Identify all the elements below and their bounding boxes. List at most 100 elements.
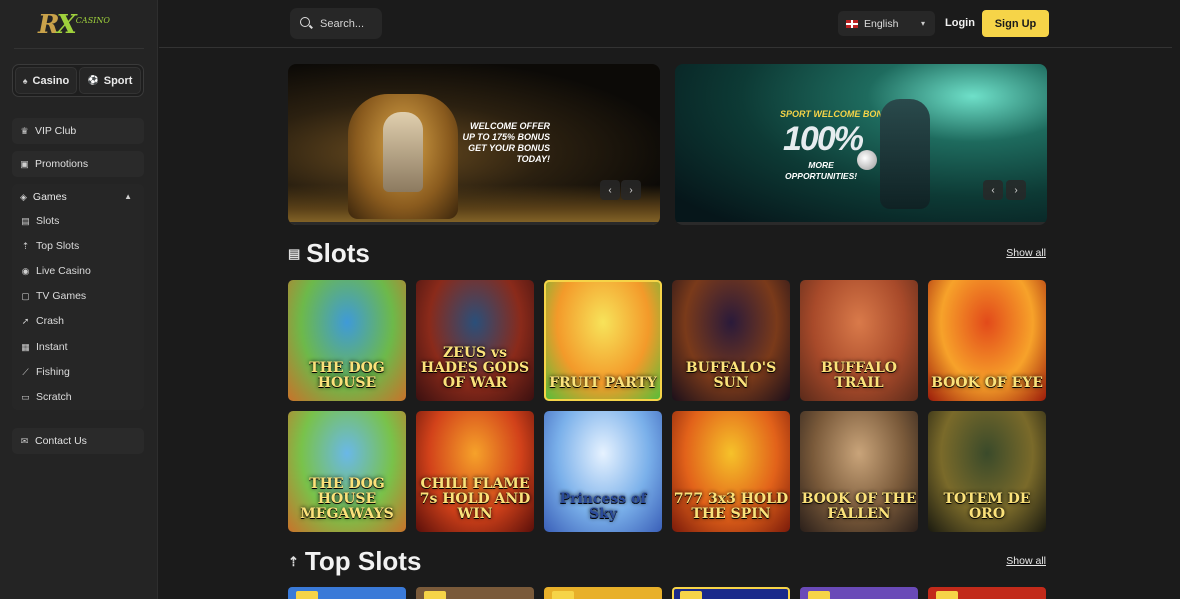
game-title: 777 3x3 HOLD THE SPIN xyxy=(673,491,789,522)
sport-tab-label: Sport xyxy=(103,74,133,87)
game-tile[interactable]: FRUIT PARTY xyxy=(544,280,662,401)
game-tile[interactable] xyxy=(288,587,406,599)
rocket-icon: ➚ xyxy=(21,315,30,326)
language-label: English xyxy=(864,17,899,30)
game-title: BOOK OF THE FALLEN xyxy=(801,491,917,522)
instant-icon: ▦ xyxy=(21,341,30,352)
sidebar-item-label: Instant xyxy=(36,341,68,353)
game-tile[interactable] xyxy=(800,587,918,599)
banner-progress-track xyxy=(288,222,660,225)
sidebar-item-fishing[interactable]: ⟋ Fishing xyxy=(21,363,70,381)
sidebar-item-label: TV Games xyxy=(36,290,87,302)
sidebar-item-label: Crash xyxy=(36,315,65,327)
sport-banner-prev-button[interactable]: ‹ xyxy=(983,180,1003,200)
game-tile[interactable]: BUFFALO TRAIL xyxy=(800,280,918,401)
game-tile[interactable]: Princess of Sky xyxy=(544,411,662,532)
signup-button[interactable]: Sign Up xyxy=(982,10,1049,37)
game-tile[interactable] xyxy=(544,587,662,599)
banner-next-button[interactable]: › xyxy=(621,180,641,200)
logo-mark: RX xyxy=(38,10,77,40)
top-slots-icon: ⇡ xyxy=(288,553,299,569)
game-tile[interactable]: THE DOG HOUSE MEGAWAYS xyxy=(288,411,406,532)
game-tile[interactable]: BOOK OF EYE xyxy=(928,280,1046,401)
search-icon xyxy=(300,17,313,30)
fishing-icon: ⟋ xyxy=(22,366,29,377)
gift-icon: ▣ xyxy=(20,158,29,169)
sidebar-item-crash[interactable]: ➚ Crash xyxy=(21,312,64,330)
sidebar-item-scratch[interactable]: ▭ Scratch xyxy=(21,388,72,406)
sidebar-item-top-slots[interactable]: ⇡ Top Slots xyxy=(21,237,79,255)
tv-icon: ▢ xyxy=(21,290,30,301)
sidebar-item-label: Top Slots xyxy=(36,240,80,252)
game-tile[interactable]: BOOK OF THE FALLEN xyxy=(800,411,918,532)
game-title: BUFFALO'S SUN xyxy=(685,360,777,391)
games-group: ◈ Games ▲ ▤ Slots ⇡ Top Slots ◉ Live Cas… xyxy=(12,184,144,410)
sidebar-item-label: Games xyxy=(32,191,67,203)
sidebar-item-instant[interactable]: ▦ Instant xyxy=(21,338,68,356)
game-tile[interactable]: CHILI FLAME 7s HOLD AND WIN xyxy=(416,411,534,532)
chat-icon: ✉ xyxy=(20,435,29,446)
game-tile[interactable] xyxy=(672,587,790,599)
game-title: Princess of Sky xyxy=(559,491,647,522)
player-image xyxy=(880,99,930,209)
sidebar-item-live-casino[interactable]: ◉ Live Casino xyxy=(21,262,91,280)
sidebar-item-label: Scratch xyxy=(36,391,72,403)
search-box[interactable] xyxy=(290,8,382,39)
sidebar: RX CASINO ♠ Casino ⚽ Sport ♛ VIP Club ▣ … xyxy=(0,0,158,599)
top-slots-icon: ⇡ xyxy=(21,240,30,251)
mode-switch: ♠ Casino ⚽ Sport xyxy=(12,64,144,97)
game-tile[interactable]: ZEUS vs HADES GODS OF WAR xyxy=(416,280,534,401)
crown-icon: ♛ xyxy=(20,125,29,136)
game-title: TOTEM DE ORO xyxy=(943,491,1031,522)
search-input[interactable] xyxy=(320,17,380,30)
section-title-text: Slots xyxy=(306,238,370,268)
game-title: THE DOG HOUSE xyxy=(309,360,385,391)
live-casino-icon: ◉ xyxy=(21,265,30,276)
sport-bonus-text: MORE OPPORTUNITIES! xyxy=(785,160,858,181)
game-title: THE DOG HOUSE MEGAWAYS xyxy=(300,476,394,522)
game-tile[interactable]: TOTEM DE ORO xyxy=(928,411,1046,532)
sidebar-item-label: Live Casino xyxy=(36,265,91,277)
sidebar-item-label: VIP Club xyxy=(35,125,77,137)
sidebar-item-slots[interactable]: ▤ Slots xyxy=(21,212,59,230)
chevron-up-icon[interactable]: ▲ xyxy=(124,192,132,201)
game-tile[interactable] xyxy=(928,587,1046,599)
sport-banner[interactable]: SPORT WELCOME BONUS! 100% MORE OPPORTUNIT… xyxy=(675,64,1047,225)
sidebar-item-label: Promotions xyxy=(35,158,89,170)
uk-flag-icon xyxy=(846,19,858,28)
banner-prev-button[interactable]: ‹ xyxy=(600,180,620,200)
soccer-ball-image xyxy=(857,150,877,170)
sidebar-item-vip[interactable]: ♛ VIP Club xyxy=(12,118,144,144)
welcome-banner[interactable]: WELCOME OFFER UP TO 175% BONUS GET YOUR BO… xyxy=(288,64,660,225)
slots-icon: ▤ xyxy=(288,245,301,261)
sidebar-item-contact[interactable]: ✉ Contact Us xyxy=(12,428,144,454)
sidebar-item-promotions[interactable]: ▣ Promotions xyxy=(12,151,144,177)
game-tile[interactable]: THE DOG HOUSE xyxy=(288,280,406,401)
game-tile[interactable]: 777 3x3 HOLD THE SPIN xyxy=(672,411,790,532)
casino-tab[interactable]: ♠ Casino xyxy=(15,67,77,94)
game-title: ZEUS vs HADES GODS OF WAR xyxy=(420,345,530,391)
robot-image xyxy=(383,112,423,192)
sidebar-item-label: Slots xyxy=(36,215,60,227)
language-select[interactable]: English ▾ xyxy=(838,11,935,36)
sidebar-item-games[interactable]: ◈ Games ▲ xyxy=(12,184,144,210)
login-button[interactable]: Login xyxy=(945,17,975,29)
slots-section-title: ▤ Slots xyxy=(288,238,370,269)
sport-tab[interactable]: ⚽ Sport xyxy=(79,67,141,94)
slots-show-all-link[interactable]: Show all xyxy=(1006,247,1046,259)
sport-bonus-percent: 100% xyxy=(783,120,864,158)
scratch-icon: ▭ xyxy=(21,391,30,402)
gamepad-icon: ◈ xyxy=(20,191,27,202)
logo[interactable]: RX CASINO xyxy=(38,10,128,40)
casino-tab-label: Casino xyxy=(32,74,70,87)
sport-banner-next-button[interactable]: › xyxy=(1006,180,1026,200)
game-title: CHILI FLAME 7s HOLD AND WIN xyxy=(419,476,531,522)
sidebar-item-tv-games[interactable]: ▢ TV Games xyxy=(21,287,86,305)
top-slots-show-all-link[interactable]: Show all xyxy=(1006,555,1046,567)
logo-casino-text: CASINO xyxy=(75,15,110,25)
sport-banner-progress-track xyxy=(675,222,1047,225)
game-tile[interactable]: BUFFALO'S SUN xyxy=(672,280,790,401)
sidebar-item-label: Fishing xyxy=(36,366,70,378)
top-slots-section-title: ⇡ Top Slots xyxy=(288,546,421,577)
game-tile[interactable] xyxy=(416,587,534,599)
